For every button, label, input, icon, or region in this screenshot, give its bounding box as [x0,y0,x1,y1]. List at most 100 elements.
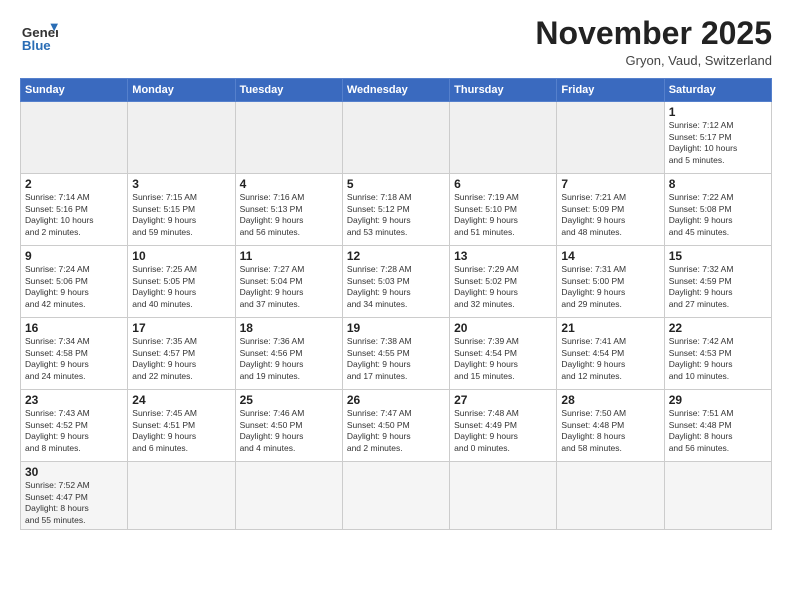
day-number: 1 [669,105,767,119]
day-cell: 24Sunrise: 7:45 AMSunset: 4:51 PMDayligh… [128,390,235,462]
day-cell [450,102,557,174]
logo-icon: General Blue [20,16,58,54]
day-cell [557,102,664,174]
day-cell: 16Sunrise: 7:34 AMSunset: 4:58 PMDayligh… [21,318,128,390]
day-number: 19 [347,321,445,335]
day-number: 16 [25,321,123,335]
day-number: 11 [240,249,338,263]
logo: General Blue [20,16,58,54]
day-cell: 13Sunrise: 7:29 AMSunset: 5:02 PMDayligh… [450,246,557,318]
day-number: 13 [454,249,552,263]
day-cell [342,462,449,530]
day-cell: 15Sunrise: 7:32 AMSunset: 4:59 PMDayligh… [664,246,771,318]
title-block: November 2025 Gryon, Vaud, Switzerland [535,16,772,68]
day-info: Sunrise: 7:14 AMSunset: 5:16 PMDaylight:… [25,192,123,238]
day-info: Sunrise: 7:29 AMSunset: 5:02 PMDaylight:… [454,264,552,310]
week-row-2: 9Sunrise: 7:24 AMSunset: 5:06 PMDaylight… [21,246,772,318]
day-cell: 27Sunrise: 7:48 AMSunset: 4:49 PMDayligh… [450,390,557,462]
day-number: 23 [25,393,123,407]
day-info: Sunrise: 7:45 AMSunset: 4:51 PMDaylight:… [132,408,230,454]
day-cell: 12Sunrise: 7:28 AMSunset: 5:03 PMDayligh… [342,246,449,318]
day-cell: 19Sunrise: 7:38 AMSunset: 4:55 PMDayligh… [342,318,449,390]
day-info: Sunrise: 7:41 AMSunset: 4:54 PMDaylight:… [561,336,659,382]
day-cell [235,462,342,530]
day-cell: 20Sunrise: 7:39 AMSunset: 4:54 PMDayligh… [450,318,557,390]
day-number: 4 [240,177,338,191]
day-info: Sunrise: 7:52 AMSunset: 4:47 PMDaylight:… [25,480,123,526]
day-cell: 11Sunrise: 7:27 AMSunset: 5:04 PMDayligh… [235,246,342,318]
day-info: Sunrise: 7:48 AMSunset: 4:49 PMDaylight:… [454,408,552,454]
day-cell [21,102,128,174]
week-row-3: 16Sunrise: 7:34 AMSunset: 4:58 PMDayligh… [21,318,772,390]
calendar-header-row: SundayMondayTuesdayWednesdayThursdayFrid… [21,79,772,102]
day-number: 27 [454,393,552,407]
day-number: 29 [669,393,767,407]
day-cell: 22Sunrise: 7:42 AMSunset: 4:53 PMDayligh… [664,318,771,390]
day-info: Sunrise: 7:31 AMSunset: 5:00 PMDaylight:… [561,264,659,310]
calendar-page: General Blue November 2025 Gryon, Vaud, … [0,0,792,612]
day-cell: 9Sunrise: 7:24 AMSunset: 5:06 PMDaylight… [21,246,128,318]
day-number: 18 [240,321,338,335]
day-info: Sunrise: 7:15 AMSunset: 5:15 PMDaylight:… [132,192,230,238]
day-cell: 23Sunrise: 7:43 AMSunset: 4:52 PMDayligh… [21,390,128,462]
day-cell: 10Sunrise: 7:25 AMSunset: 5:05 PMDayligh… [128,246,235,318]
day-info: Sunrise: 7:28 AMSunset: 5:03 PMDaylight:… [347,264,445,310]
day-cell: 2Sunrise: 7:14 AMSunset: 5:16 PMDaylight… [21,174,128,246]
day-info: Sunrise: 7:43 AMSunset: 4:52 PMDaylight:… [25,408,123,454]
day-cell: 17Sunrise: 7:35 AMSunset: 4:57 PMDayligh… [128,318,235,390]
col-header-wednesday: Wednesday [342,79,449,102]
day-info: Sunrise: 7:32 AMSunset: 4:59 PMDaylight:… [669,264,767,310]
day-info: Sunrise: 7:27 AMSunset: 5:04 PMDaylight:… [240,264,338,310]
day-info: Sunrise: 7:51 AMSunset: 4:48 PMDaylight:… [669,408,767,454]
day-info: Sunrise: 7:35 AMSunset: 4:57 PMDaylight:… [132,336,230,382]
day-number: 20 [454,321,552,335]
day-number: 17 [132,321,230,335]
day-number: 26 [347,393,445,407]
svg-text:Blue: Blue [22,38,51,53]
day-cell [342,102,449,174]
day-info: Sunrise: 7:34 AMSunset: 4:58 PMDaylight:… [25,336,123,382]
day-number: 14 [561,249,659,263]
day-info: Sunrise: 7:21 AMSunset: 5:09 PMDaylight:… [561,192,659,238]
day-info: Sunrise: 7:24 AMSunset: 5:06 PMDaylight:… [25,264,123,310]
day-cell: 3Sunrise: 7:15 AMSunset: 5:15 PMDaylight… [128,174,235,246]
day-cell [664,462,771,530]
day-cell: 30Sunrise: 7:52 AMSunset: 4:47 PMDayligh… [21,462,128,530]
day-number: 21 [561,321,659,335]
day-cell [128,102,235,174]
week-row-0: 1Sunrise: 7:12 AMSunset: 5:17 PMDaylight… [21,102,772,174]
day-number: 22 [669,321,767,335]
header: General Blue November 2025 Gryon, Vaud, … [20,16,772,68]
week-row-1: 2Sunrise: 7:14 AMSunset: 5:16 PMDaylight… [21,174,772,246]
day-number: 6 [454,177,552,191]
day-info: Sunrise: 7:46 AMSunset: 4:50 PMDaylight:… [240,408,338,454]
day-number: 3 [132,177,230,191]
day-cell: 14Sunrise: 7:31 AMSunset: 5:00 PMDayligh… [557,246,664,318]
day-info: Sunrise: 7:19 AMSunset: 5:10 PMDaylight:… [454,192,552,238]
day-number: 2 [25,177,123,191]
day-info: Sunrise: 7:42 AMSunset: 4:53 PMDaylight:… [669,336,767,382]
day-info: Sunrise: 7:38 AMSunset: 4:55 PMDaylight:… [347,336,445,382]
col-header-tuesday: Tuesday [235,79,342,102]
col-header-monday: Monday [128,79,235,102]
day-cell: 25Sunrise: 7:46 AMSunset: 4:50 PMDayligh… [235,390,342,462]
day-number: 28 [561,393,659,407]
day-cell: 21Sunrise: 7:41 AMSunset: 4:54 PMDayligh… [557,318,664,390]
day-cell: 5Sunrise: 7:18 AMSunset: 5:12 PMDaylight… [342,174,449,246]
day-cell: 18Sunrise: 7:36 AMSunset: 4:56 PMDayligh… [235,318,342,390]
day-number: 15 [669,249,767,263]
day-number: 12 [347,249,445,263]
day-cell [557,462,664,530]
calendar-table: SundayMondayTuesdayWednesdayThursdayFrid… [20,78,772,530]
day-number: 5 [347,177,445,191]
day-number: 9 [25,249,123,263]
day-cell: 1Sunrise: 7:12 AMSunset: 5:17 PMDaylight… [664,102,771,174]
day-info: Sunrise: 7:12 AMSunset: 5:17 PMDaylight:… [669,120,767,166]
day-number: 25 [240,393,338,407]
day-cell: 28Sunrise: 7:50 AMSunset: 4:48 PMDayligh… [557,390,664,462]
day-number: 8 [669,177,767,191]
day-number: 10 [132,249,230,263]
day-info: Sunrise: 7:50 AMSunset: 4:48 PMDaylight:… [561,408,659,454]
day-info: Sunrise: 7:18 AMSunset: 5:12 PMDaylight:… [347,192,445,238]
day-cell [450,462,557,530]
